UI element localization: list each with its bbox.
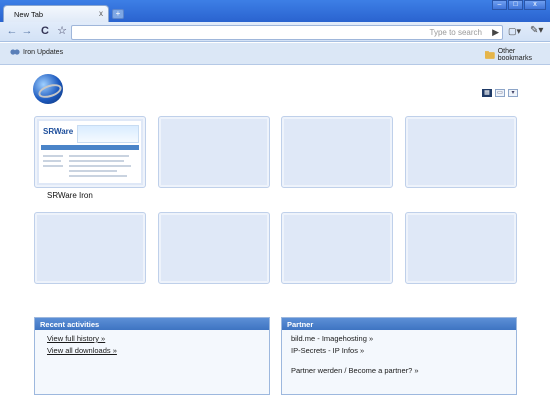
go-icon[interactable]: ▶ bbox=[492, 27, 499, 38]
most-visited-thumbnail-srware[interactable]: SRWare bbox=[34, 116, 146, 188]
preview-banner bbox=[77, 125, 139, 143]
thumbnail-placeholder[interactable] bbox=[34, 212, 146, 284]
become-partner-link[interactable]: Partner werden / Become a partner? » bbox=[291, 366, 419, 375]
thumbnail-placeholder[interactable] bbox=[405, 212, 517, 284]
options-dropdown-toggle[interactable]: ▾ bbox=[508, 89, 518, 97]
close-tab-icon[interactable]: x bbox=[99, 9, 103, 18]
srware-page-preview: SRWare bbox=[39, 121, 141, 183]
thumbnail-placeholder[interactable] bbox=[281, 116, 393, 188]
preview-line bbox=[43, 155, 63, 157]
thumbnail-caption[interactable]: SRWare Iron bbox=[47, 191, 93, 200]
bookmarks-bar: Iron Updates Other bookmarks bbox=[0, 43, 550, 65]
thumbnail-placeholder[interactable] bbox=[158, 116, 270, 188]
reload-icon[interactable]: C bbox=[39, 25, 51, 37]
preview-line bbox=[69, 175, 127, 177]
partner-link-ip-secrets[interactable]: IP-Secrets - IP Infos » bbox=[291, 346, 364, 355]
tab-new-tab[interactable]: New Tab x bbox=[3, 5, 109, 23]
preview-line bbox=[43, 160, 61, 162]
other-bookmarks-button[interactable]: Other bookmarks bbox=[485, 48, 550, 62]
thumbnail-placeholder[interactable] bbox=[405, 116, 517, 188]
bookmark-label-iron-updates: Iron Updates bbox=[23, 48, 64, 56]
bookmark-iron-updates[interactable]: Iron Updates bbox=[10, 48, 63, 56]
folder-icon bbox=[485, 51, 495, 59]
recent-activities-panel: Recent activities View full history » Vi… bbox=[34, 317, 270, 395]
star-icon[interactable]: ☆ bbox=[56, 25, 68, 37]
omnibox-input[interactable]: Type to search ▶ bbox=[71, 25, 503, 40]
title-bar: New Tab x + – □ x bbox=[0, 0, 550, 23]
forward-icon[interactable]: → bbox=[21, 25, 33, 37]
navigation-toolbar: ← → C ☆ Type to search ▶ ▢▾ ✎▾ bbox=[0, 22, 550, 42]
thumbnail-view-toggle[interactable]: ▦ bbox=[482, 89, 492, 97]
new-tab-button[interactable]: + bbox=[112, 9, 124, 19]
view-full-history-link[interactable]: View full history » bbox=[47, 334, 105, 343]
view-toggles: ▦ ▭ ▾ bbox=[482, 89, 518, 97]
view-all-downloads-link[interactable]: View all downloads » bbox=[47, 346, 117, 355]
back-icon[interactable]: ← bbox=[6, 25, 18, 37]
partner-title: Partner bbox=[282, 318, 516, 330]
other-bookmarks-label: Other bookmarks bbox=[497, 48, 532, 62]
list-view-toggle[interactable]: ▭ bbox=[495, 89, 505, 97]
close-window-button[interactable]: x bbox=[524, 0, 546, 10]
preview-line bbox=[69, 155, 129, 157]
omnibox-placeholder: Type to search bbox=[429, 28, 482, 37]
iron-logo bbox=[33, 74, 63, 104]
window-controls: – □ x bbox=[492, 0, 546, 10]
wrench-menu-icon[interactable]: ✎▾ bbox=[530, 25, 543, 36]
srware-mini-logo: SRWare bbox=[43, 127, 74, 136]
thumbnail-placeholder[interactable] bbox=[281, 212, 393, 284]
preview-nav bbox=[41, 145, 139, 150]
preview-line bbox=[69, 170, 117, 172]
minimize-button[interactable]: – bbox=[492, 0, 507, 10]
partner-panel: Partner bild.me - Imagehosting » IP-Secr… bbox=[281, 317, 517, 395]
partner-link-bildme[interactable]: bild.me - Imagehosting » bbox=[291, 334, 373, 343]
iron-updates-icon bbox=[10, 49, 20, 55]
page-menu-icon[interactable]: ▢▾ bbox=[508, 26, 521, 37]
maximize-button[interactable]: □ bbox=[508, 0, 523, 10]
preview-line bbox=[43, 165, 63, 167]
tab-title: New Tab bbox=[14, 10, 44, 19]
thumbnail-placeholder[interactable] bbox=[158, 212, 270, 284]
preview-line bbox=[69, 165, 131, 167]
preview-line bbox=[69, 160, 124, 162]
recent-activities-title: Recent activities bbox=[35, 318, 269, 330]
